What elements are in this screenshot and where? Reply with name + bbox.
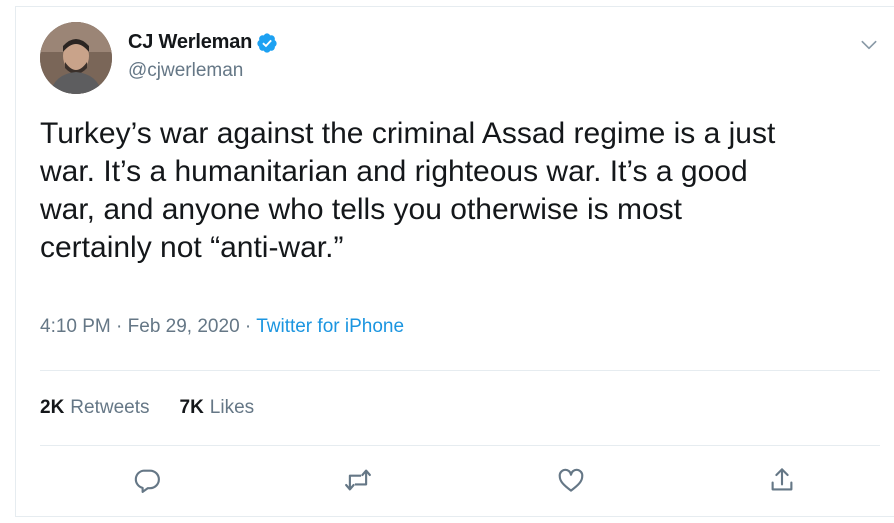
heart-icon[interactable] — [551, 460, 591, 500]
share-icon[interactable] — [762, 460, 802, 500]
likes-label: Likes — [209, 397, 255, 418]
retweets-count: 2K — [40, 397, 65, 418]
divider — [40, 370, 880, 371]
tweet-date[interactable]: Feb 29, 2020 — [128, 316, 240, 337]
divider — [40, 445, 880, 446]
retweets-stat[interactable]: 2K Retweets — [40, 397, 150, 419]
likes-count: 7K — [179, 397, 204, 418]
likes-stat[interactable]: 7K Likes — [180, 397, 255, 419]
author-handle[interactable]: @cjwerleman — [128, 60, 278, 82]
tweet-text: Turkey’s war against the criminal Assad … — [40, 117, 776, 264]
tweet-source-link[interactable]: Twitter for iPhone — [256, 316, 404, 337]
avatar[interactable] — [40, 22, 112, 94]
retweet-icon[interactable] — [338, 460, 378, 500]
author-names: CJ Werleman @cjwerleman — [128, 31, 278, 82]
tweet-header: CJ Werleman @cjwerleman — [40, 22, 880, 94]
reply-icon[interactable] — [127, 460, 167, 500]
tweet-time[interactable]: 4:10 PM — [40, 316, 111, 337]
tweet-card: CJ Werleman @cjwerleman Turkey’s war aga… — [15, 6, 894, 517]
meta-separator: · — [110, 316, 128, 337]
meta-separator: · — [239, 316, 257, 337]
tweet-meta: 4:10 PM · Feb 29, 2020 · Twitter for iPh… — [40, 316, 404, 338]
tweet-stats: 2K Retweets 7K Likes — [40, 397, 254, 419]
tweet-actions — [16, 460, 894, 504]
chevron-down-icon[interactable] — [858, 34, 880, 56]
verified-badge-icon — [256, 32, 278, 54]
avatar-photo — [40, 22, 112, 94]
retweets-label: Retweets — [70, 397, 150, 418]
display-name[interactable]: CJ Werleman — [128, 31, 252, 54]
